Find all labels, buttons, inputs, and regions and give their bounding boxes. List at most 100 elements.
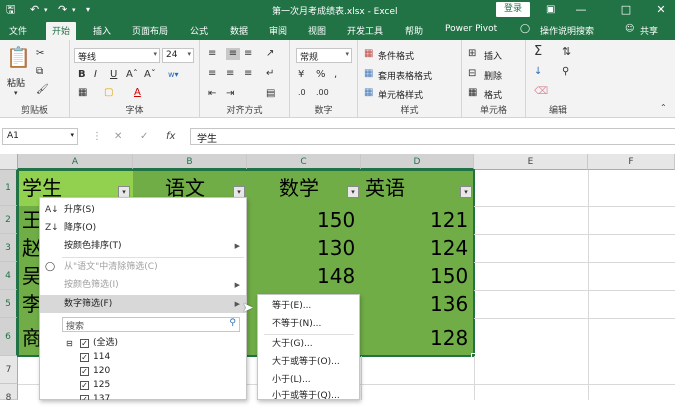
row-header-3[interactable]: 3	[0, 234, 18, 262]
middle-align-icon[interactable]: ≡	[226, 48, 240, 60]
check-select-all[interactable]: ⊟ ✓ (全选)	[66, 337, 118, 350]
decrease-font-icon[interactable]: Aˇ	[144, 69, 156, 81]
row-header-2[interactable]: 2	[0, 206, 18, 234]
cell-d4[interactable]: 150	[430, 262, 468, 290]
cell-a6[interactable]: 商	[22, 324, 39, 352]
cell-c3[interactable]: 130	[317, 234, 355, 262]
fill-color-icon[interactable]: ▢	[104, 87, 113, 99]
format-painter-icon[interactable]: 🖌	[36, 84, 49, 96]
increase-font-icon[interactable]: Aˆ	[126, 69, 138, 81]
cell-c4[interactable]: 148	[317, 262, 355, 290]
cell-d1[interactable]: 英语	[365, 174, 405, 202]
tell-me-search[interactable]: 操作说明搜索	[540, 24, 594, 37]
font-name-combo[interactable]: 等线 ▾	[74, 48, 160, 63]
format-cells-button[interactable]: 格式	[484, 88, 502, 101]
italic-icon[interactable]: I	[94, 69, 97, 81]
font-color-icon[interactable]: A	[134, 87, 141, 99]
decrease-indent-icon[interactable]: ⇤	[208, 88, 216, 100]
row-header-6[interactable]: 6	[0, 318, 18, 356]
increase-decimal-icon[interactable]: .0	[298, 87, 306, 99]
collapse-ribbon-icon[interactable]: ⌃	[660, 102, 667, 114]
copy-icon[interactable]: ⧉	[36, 66, 43, 78]
delete-cells-button[interactable]: 删除	[484, 69, 502, 82]
tab-power-pivot[interactable]: Power Pivot	[445, 24, 497, 34]
select-all-corner[interactable]	[0, 154, 18, 170]
filter-dropdown-d[interactable]: ▾	[460, 186, 472, 198]
bottom-align-icon[interactable]: ≡	[244, 48, 252, 60]
submenu-equals[interactable]: 等于(E)...	[258, 297, 359, 315]
format-as-table-button[interactable]: 套用表格格式	[378, 69, 432, 82]
insert-cells-button[interactable]: 插入	[484, 49, 502, 62]
top-align-icon[interactable]: ≡	[208, 48, 216, 60]
check-137[interactable]: ✓ 137	[80, 393, 110, 400]
column-header-a[interactable]: A	[18, 154, 133, 170]
share-button[interactable]: 共享	[640, 24, 658, 37]
cell-a2[interactable]: 王	[22, 206, 39, 234]
orientation-icon[interactable]: ↗	[266, 48, 274, 60]
cell-a4[interactable]: 吴	[22, 262, 39, 290]
close-icon[interactable]: ✕	[647, 0, 675, 20]
row-header-8[interactable]: 8	[0, 384, 18, 403]
undo-icon[interactable]: ↶	[30, 3, 39, 17]
filter-search-input[interactable]: 搜索 ⚲	[62, 317, 240, 332]
tab-formulas[interactable]: 公式	[190, 24, 208, 37]
row-header-1[interactable]: 1	[0, 170, 18, 206]
tab-help[interactable]: 帮助	[405, 24, 423, 37]
lightbulb-icon[interactable]: ◯	[520, 24, 530, 34]
align-center-icon[interactable]: ≡	[226, 68, 234, 80]
name-box[interactable]: A1 ▾	[2, 128, 78, 145]
menu-sort-by-color[interactable]: 按颜色排序(T) ▶	[40, 237, 246, 255]
row-header-5[interactable]: 5	[0, 290, 18, 318]
column-header-f[interactable]: F	[588, 154, 675, 170]
find-select-icon[interactable]: ⚲	[562, 66, 569, 78]
tab-data[interactable]: 数据	[230, 24, 248, 37]
cell-c1[interactable]: 数学	[279, 174, 319, 202]
tab-home[interactable]: 开始	[46, 22, 77, 40]
decrease-decimal-icon[interactable]: .00	[316, 87, 329, 99]
login-button[interactable]: 登录	[496, 2, 530, 17]
tab-page-layout[interactable]: 页面布局	[132, 24, 168, 37]
redo-icon[interactable]: ↷	[58, 3, 67, 17]
customize-toolbar-icon[interactable]: ▾	[86, 3, 90, 17]
save-icon[interactable]: 🖫	[6, 3, 15, 17]
maximize-icon[interactable]: □	[612, 0, 640, 20]
submenu-greater-or-equal[interactable]: 大于或等于(O)...	[258, 353, 359, 371]
submenu-not-equals[interactable]: 不等于(N)...	[258, 315, 359, 333]
cell-c2[interactable]: 150	[317, 206, 355, 234]
borders-icon[interactable]: ▦	[78, 87, 87, 99]
tab-file[interactable]: 文件	[9, 24, 27, 37]
cancel-icon[interactable]: ✕	[114, 131, 122, 142]
insert-function-icon[interactable]: fx	[166, 131, 175, 142]
currency-icon[interactable]: ¥	[298, 69, 304, 81]
clear-icon[interactable]: ⌫	[534, 86, 548, 98]
fill-icon[interactable]: ↓	[534, 66, 542, 78]
tab-review[interactable]: 审阅	[269, 24, 287, 37]
formula-input[interactable]: 学生	[190, 128, 675, 145]
align-right-icon[interactable]: ≡	[244, 68, 252, 80]
check-120[interactable]: ✓ 120	[80, 365, 110, 378]
minimize-icon[interactable]: —	[567, 0, 595, 20]
number-format-combo[interactable]: 常规 ▾	[296, 48, 352, 63]
column-header-d[interactable]: D	[361, 154, 474, 170]
ribbon-display-icon[interactable]: ▣	[546, 3, 555, 17]
sort-filter-icon[interactable]: ⇅	[562, 46, 571, 58]
tab-view[interactable]: 视图	[308, 24, 326, 37]
row-header-4[interactable]: 4	[0, 262, 18, 290]
cell-styles-button[interactable]: 单元格样式	[378, 88, 423, 101]
cell-d3[interactable]: 124	[430, 234, 468, 262]
column-header-b[interactable]: B	[133, 154, 247, 170]
cell-d2[interactable]: 121	[430, 206, 468, 234]
paste-icon[interactable]: 📋	[6, 46, 31, 68]
submenu-less-than[interactable]: 小于(L)...	[258, 371, 359, 389]
enter-icon[interactable]: ✓	[140, 131, 148, 142]
merge-center-icon[interactable]: ▤	[266, 88, 275, 100]
filter-dropdown-c[interactable]: ▾	[347, 186, 359, 198]
cut-icon[interactable]: ✂	[36, 48, 44, 60]
tab-insert[interactable]: 插入	[93, 24, 111, 37]
redo-dropdown-icon[interactable]: ▾	[72, 3, 76, 17]
row-header-7[interactable]: 7	[0, 356, 18, 384]
cell-d6[interactable]: 128	[430, 324, 468, 352]
align-left-icon[interactable]: ≡	[208, 68, 216, 80]
font-size-combo[interactable]: 24 ▾	[162, 48, 194, 63]
column-header-c[interactable]: C	[247, 154, 361, 170]
